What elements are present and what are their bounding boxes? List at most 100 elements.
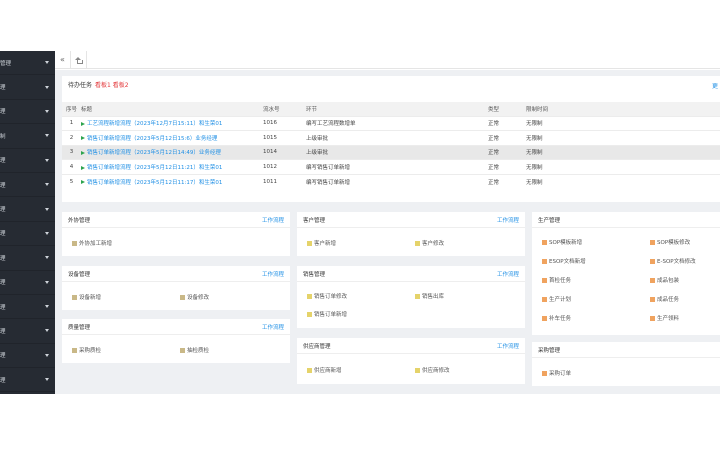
panel-item[interactable]: 首检任务 xyxy=(542,276,571,284)
cell-no: 1016 xyxy=(263,115,306,131)
home-icon xyxy=(75,56,83,64)
item-icon xyxy=(650,277,655,283)
task-link[interactable]: 销售订单新增流程（2023年5月12日15:6）业务经理 xyxy=(87,136,217,142)
task-link[interactable]: 销售订单新增流程（2023年5月12日11:17）和生荣01 xyxy=(87,180,222,186)
item-icon xyxy=(72,240,77,246)
caret-down-icon xyxy=(45,183,49,187)
task-link[interactable]: 销售订单新增流程（2023年5月12日11:21）和生荣01 xyxy=(87,165,222,171)
panel-item[interactable]: 供应商修改 xyxy=(415,366,450,374)
table-row[interactable]: 2 销售订单新增流程（2023年5月12日15:6）业务经理 1015 上级审批… xyxy=(62,130,720,146)
cell-no: 1011 xyxy=(263,173,306,189)
panel-gongying: 供应商管理 工作流程 供应商新增 供应商修改 xyxy=(297,338,525,384)
item-icon xyxy=(415,240,420,246)
item-icon xyxy=(72,294,77,300)
caret-down-icon xyxy=(45,109,49,113)
panel-item[interactable]: 采购订单 xyxy=(542,369,571,377)
item-icon xyxy=(542,258,547,264)
panel-item[interactable]: 销售订单修改 xyxy=(307,292,347,300)
workflow-link[interactable]: 工作流程 xyxy=(497,270,519,278)
sidebar-item-label: 理 xyxy=(0,85,6,92)
panel-item-label: 首检任务 xyxy=(549,278,572,284)
table-row[interactable]: 3 销售订单新增流程（2023年5月12日14:49）业务经理 1014 上级审… xyxy=(62,144,720,160)
panel-shebei: 设备管理 工作流程 设备新增 设备修改 xyxy=(62,266,290,310)
panel-item-label: SOP模板修改 xyxy=(657,240,691,246)
panel-item[interactable]: 补车任务 xyxy=(542,314,571,322)
sidebar-item[interactable]: 理 xyxy=(0,100,55,125)
panel-item[interactable]: 销售出库 xyxy=(415,292,444,300)
workflow-link[interactable]: 工作流程 xyxy=(262,323,284,331)
task-link[interactable]: 工艺流程新增流程（2023年12月7日15:11）和生荣01 xyxy=(87,121,222,127)
panel-title: 销售管理 xyxy=(303,271,326,278)
cell-title: 销售订单新增流程（2023年5月12日15:6）业务经理 xyxy=(81,130,263,146)
panel-item[interactable]: 生产领料 xyxy=(650,314,679,322)
panel-item[interactable]: ESOP文档新增 xyxy=(542,257,586,265)
panel-item-label: 销售订单修改 xyxy=(314,294,348,300)
item-icon xyxy=(180,347,185,353)
cell-node: 编写销售订单新增 xyxy=(306,159,488,175)
sidebar-item[interactable]: 管理 xyxy=(0,51,55,76)
item-icon xyxy=(415,293,420,299)
todo-table: 序号 标题 流水号 环节 类型 限制时间 1 工艺流程新增流程（2023年12月… xyxy=(62,102,720,189)
workflow-link[interactable]: 工作流程 xyxy=(262,270,284,278)
item-icon xyxy=(650,296,655,302)
sidebar-item[interactable]: 理 xyxy=(0,197,55,222)
panel-item-label: 设备新增 xyxy=(79,295,102,301)
collapse-tabs-button[interactable]: « xyxy=(55,50,71,69)
sidebar-item-label: 理 xyxy=(0,182,6,189)
panel-item[interactable]: 设备新增 xyxy=(72,293,101,301)
panel-item[interactable]: SOP模板新增 xyxy=(542,238,582,246)
panel-item[interactable]: 生产计划 xyxy=(542,295,571,303)
caret-down-icon xyxy=(45,158,49,162)
cell-idx: 4 xyxy=(62,159,81,175)
table-row[interactable]: 1 工艺流程新增流程（2023年12月7日15:11）和生荣01 1016 编写… xyxy=(62,115,720,131)
sidebar-item[interactable]: 制 xyxy=(0,124,55,149)
panel-item[interactable]: 外协加工新增 xyxy=(72,239,112,247)
panel-item[interactable]: 设备修改 xyxy=(180,293,209,301)
item-icon xyxy=(542,370,547,376)
sidebar-item-label: 管理 xyxy=(0,60,12,67)
sidebar-item[interactable]: 理 xyxy=(0,271,55,295)
panel-title: 生产管理 xyxy=(538,217,561,224)
todo-alert[interactable]: 看板1 看板2 xyxy=(95,80,129,89)
panel-header: 外协管理 工作流程 xyxy=(62,212,290,228)
workflow-link[interactable]: 工作流程 xyxy=(262,216,284,224)
table-row[interactable]: 4 销售订单新增流程（2023年5月12日11:21）和生荣01 1012 编写… xyxy=(62,159,720,175)
item-icon xyxy=(307,367,312,373)
sidebar-item[interactable]: 理 xyxy=(0,222,55,247)
cell-node: 上级审批 xyxy=(306,144,488,160)
sidebar-item[interactable]: 理 xyxy=(0,75,55,100)
panel-item[interactable]: SOP模板修改 xyxy=(650,238,690,246)
panel-item-label: 成品包装 xyxy=(657,278,680,284)
panel-waixie: 外协管理 工作流程 外协加工新增 xyxy=(62,212,290,256)
panel-item[interactable]: 成品包装 xyxy=(650,276,679,284)
workflow-link[interactable]: 工作流程 xyxy=(497,216,519,224)
todo-title: 待办任务 xyxy=(68,81,93,89)
home-tab[interactable] xyxy=(71,50,87,69)
panel-item[interactable]: 成品任务 xyxy=(650,295,679,303)
workflow-link[interactable]: 工作流程 xyxy=(497,342,519,350)
caret-down-icon xyxy=(45,305,49,309)
panel-item[interactable]: 抽检质检 xyxy=(180,346,209,354)
panel-item-label: 生产领料 xyxy=(657,316,680,322)
sidebar-item[interactable]: 理 xyxy=(0,319,55,344)
sidebar-item[interactable]: 理 xyxy=(0,368,55,393)
more-link[interactable]: 更 xyxy=(712,81,718,90)
sidebar-item[interactable]: 理 xyxy=(0,295,55,320)
table-row[interactable]: 5 销售订单新增流程（2023年5月12日11:17）和生荣01 1011 编写… xyxy=(62,173,720,189)
sidebar-item[interactable]: 理 xyxy=(0,344,55,369)
panel-item[interactable]: 销售订单新增 xyxy=(307,310,347,318)
sidebar-item[interactable]: 理 xyxy=(0,246,55,271)
panel-item[interactable]: 客户修改 xyxy=(415,239,444,247)
panel-item[interactable]: 采购质检 xyxy=(72,346,101,354)
todo-header: 待办任务 看板1 看板2 更 xyxy=(62,76,720,92)
sidebar-item[interactable]: 理 xyxy=(0,149,55,173)
caret-down-icon xyxy=(45,61,49,65)
panel-item[interactable]: 客户新增 xyxy=(307,239,336,247)
panel-item[interactable]: E-SOP文档修改 xyxy=(650,257,696,265)
panel-item-label: 抽检质检 xyxy=(187,348,210,354)
task-link[interactable]: 销售订单新增流程（2023年5月12日14:49）业务经理 xyxy=(87,150,221,156)
cell-node: 编写销售订单新增 xyxy=(306,173,488,189)
sidebar-item[interactable]: 理 xyxy=(0,173,55,198)
panel-item-label: 外协加工新增 xyxy=(79,241,113,247)
panel-item[interactable]: 供应商新增 xyxy=(307,366,342,374)
